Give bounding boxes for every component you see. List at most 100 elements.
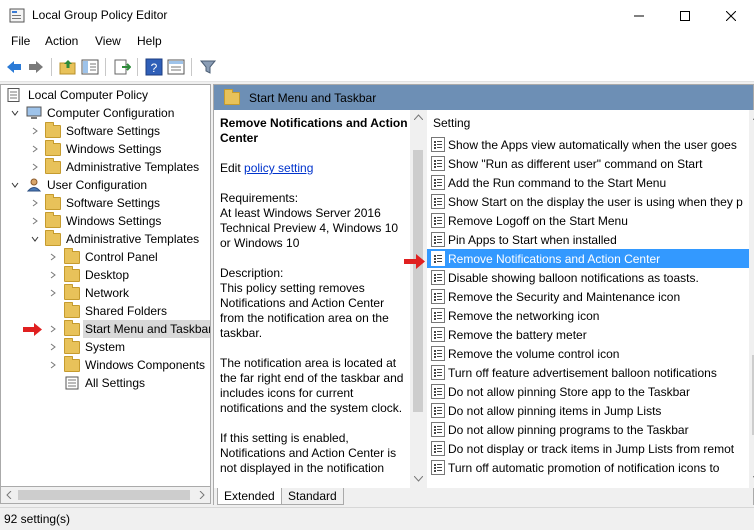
chevron-right-icon[interactable] [49,271,57,279]
close-button[interactable] [708,0,754,31]
view-tabs: Extended Standard [214,488,753,505]
properties-view-icon[interactable] [167,58,185,76]
setting-row[interactable]: Remove the networking icon [427,306,753,325]
tree-scroll-thumb[interactable] [18,490,190,500]
category-header: Start Menu and Taskbar [214,85,753,110]
list-scrollbar[interactable] [749,110,754,488]
tree-item-windows-components[interactable]: Windows Components [1,356,210,374]
setting-row[interactable]: Remove the volume control icon [427,344,753,363]
scroll-right-icon[interactable] [198,491,206,499]
tree-item-computer-configuration[interactable]: Computer Configuration [1,104,210,122]
maximize-icon [680,10,690,21]
minimize-icon [634,15,644,16]
policy-setting-icon [431,175,445,190]
tree-item-user-windows-settings[interactable]: Windows Settings [1,212,210,230]
setting-row[interactable]: Remove Notifications and Action Center [427,249,753,268]
help-icon[interactable]: ? [145,58,163,76]
computer-icon [26,106,42,119]
filter-icon[interactable] [199,58,217,76]
policy-setting-icon [431,194,445,209]
window-title: Local Group Policy Editor [32,8,168,22]
tree-item-desktop[interactable]: Desktop [1,266,210,284]
setting-row[interactable]: Remove Logoff on the Start Menu [427,211,753,230]
chevron-right-icon[interactable] [31,199,39,207]
tree-item-system[interactable]: System [1,338,210,356]
menu-action[interactable]: Action [45,34,78,48]
setting-row[interactable]: Show the Apps view automatically when th… [427,135,753,154]
chevron-right-icon[interactable] [49,361,57,369]
edit-policy-setting-link[interactable]: policy setting [244,161,313,175]
setting-row[interactable]: Do not allow pinning items in Jump Lists [427,401,753,420]
chevron-down-icon[interactable] [31,235,39,243]
red-arrow-icon [23,323,42,336]
setting-label: Disable showing balloon notifications as… [448,271,699,285]
tree-item-user-administrative-templates[interactable]: Administrative Templates [1,230,210,248]
policy-setting-icon [431,365,445,380]
navigation-tree: Local Computer Policy Computer Configura… [0,84,211,487]
setting-row[interactable]: Show "Run as different user" command on … [427,154,753,173]
menu-help[interactable]: Help [137,34,162,48]
status-bar: 92 setting(s) [0,507,754,530]
chevron-right-icon[interactable] [49,325,57,333]
tree-item-user-software-settings[interactable]: Software Settings [1,194,210,212]
chevron-down-icon[interactable] [11,181,19,189]
chevron-right-icon[interactable] [49,253,57,261]
setting-row[interactable]: Pin Apps to Start when installed [427,230,753,249]
setting-row[interactable]: Turn off feature advertisement balloon n… [427,363,753,382]
tree-item-start-menu-and-taskbar[interactable]: Start Menu and Taskbar [1,320,210,338]
forward-arrow-icon[interactable] [27,58,45,76]
description-scrollbar[interactable] [410,110,427,488]
chevron-right-icon[interactable] [49,289,57,297]
folder-icon [64,248,80,264]
setting-row[interactable]: Do not allow pinning Store app to the Ta… [427,382,753,401]
maximize-button[interactable] [662,0,708,31]
scroll-left-icon[interactable] [5,491,13,499]
setting-label: Show Start on the display the user is us… [448,195,743,209]
tree-item-shared-folders[interactable]: Shared Folders [1,302,210,320]
column-header-setting[interactable]: Setting [427,110,753,135]
export-list-icon[interactable] [113,58,131,76]
setting-row[interactable]: Remove the Security and Maintenance icon [427,287,753,306]
scroll-down-icon[interactable] [414,476,423,482]
requirements: Requirements: At least Windows Server 20… [220,191,399,250]
chevron-right-icon[interactable] [31,127,39,135]
chevron-down-icon[interactable] [11,109,19,117]
setting-row[interactable]: Do not allow pinning programs to the Tas… [427,420,753,439]
setting-row[interactable]: Add the Run command to the Start Menu [427,173,753,192]
setting-row[interactable]: Show Start on the display the user is us… [427,192,753,211]
setting-row[interactable]: Do not display or track items in Jump Li… [427,439,753,458]
folder-icon [45,158,61,174]
minimize-button[interactable] [616,0,662,31]
setting-row[interactable]: Turn off automatic promotion of notifica… [427,458,753,477]
scroll-up-icon[interactable] [414,114,423,120]
tree-item-administrative-templates[interactable]: Administrative Templates [1,158,210,176]
chevron-right-icon[interactable] [31,217,39,225]
tree-item-local-computer-policy[interactable]: Local Computer Policy [1,86,210,104]
tree-item-user-configuration[interactable]: User Configuration [1,176,210,194]
description-scroll-thumb[interactable] [413,150,423,412]
chevron-right-icon[interactable] [31,145,39,153]
up-folder-icon[interactable] [59,58,77,76]
back-arrow-icon[interactable] [5,58,23,76]
tree-horizontal-scrollbar[interactable] [0,487,211,504]
tree-item-network[interactable]: Network [1,284,210,302]
tree-item-all-settings[interactable]: All Settings [1,374,210,392]
chevron-right-icon[interactable] [49,343,57,351]
setting-label: Turn off feature advertisement balloon n… [448,366,717,380]
setting-label: Turn off automatic promotion of notifica… [448,461,720,475]
tab-standard[interactable]: Standard [282,488,344,505]
folder-icon [45,230,61,246]
menu-view[interactable]: View [95,34,121,48]
setting-row[interactable]: Disable showing balloon notifications as… [427,268,753,287]
gpedit-window: Local Group Policy Editor File Action Vi… [0,0,754,530]
tab-extended[interactable]: Extended [217,488,282,505]
setting-count: 92 setting(s) [4,512,71,526]
tree-item-control-panel[interactable]: Control Panel [1,248,210,266]
tree-item-software-settings[interactable]: Software Settings [1,122,210,140]
setting-row[interactable]: Remove the battery meter [427,325,753,344]
description-paragraph-3: If this setting is enabled, Notification… [220,431,397,475]
show-hide-tree-icon[interactable] [81,58,99,76]
tree-item-windows-settings[interactable]: Windows Settings [1,140,210,158]
chevron-right-icon[interactable] [31,163,39,171]
menu-file[interactable]: File [11,34,30,48]
